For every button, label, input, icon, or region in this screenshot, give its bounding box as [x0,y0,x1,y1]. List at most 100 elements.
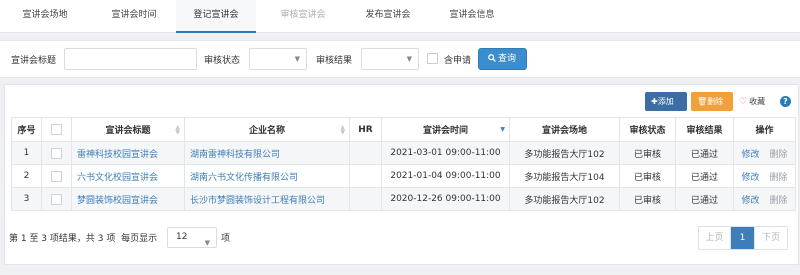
sort-icon: ▲ ▼ [340,124,345,136]
row-hr [349,164,382,188]
row-checkbox[interactable] [51,147,62,159]
select-all-checkbox[interactable] [51,124,62,135]
col-header-venue: 宣讲会场地 [509,117,620,142]
tab-review[interactable]: 审核宣讲会 [260,0,346,33]
chevron-down-icon: ▼ [406,55,412,63]
next-page-button[interactable]: 下页 [755,227,787,249]
tab-register[interactable]: 登记宣讲会 [176,0,256,33]
row-delete-link[interactable]: 删除 [770,196,788,206]
col-header-company[interactable]: 企业名称 ▲ ▼ [184,117,350,142]
favorite-button[interactable]: ♡ 收藏 [739,96,765,107]
status-filter-select[interactable]: ▼ [249,48,307,70]
add-button-label: 添加 [657,97,674,106]
row-hr [349,141,382,165]
row-time: 2020-12-26 09:00-11:00 [381,187,510,211]
col-header-result: 审核结果 [675,117,734,142]
table-row: 3 梦圆装饰校园宣讲会 长沙市梦圆装饰设计工程有限公司 2020-12-26 0… [11,187,796,211]
row-venue: 多功能报告大厅102 [509,187,620,211]
row-title-link[interactable]: 梦圆装饰校园宣讲会 [71,187,185,211]
col-header-status: 审核状态 [619,117,676,142]
row-actions: 修改 删除 [733,164,796,188]
col-header-title-label: 宣讲会标题 [105,126,151,136]
tab-info[interactable]: 宣讲会信息 [432,0,512,33]
row-company-link[interactable]: 长沙市梦圆装饰设计工程有限公司 [184,187,350,211]
chevron-down-icon: ▼ [294,55,300,63]
help-icon[interactable]: ? [780,96,791,107]
row-actions: 修改 删除 [733,187,796,211]
col-header-hr: HR [349,117,382,142]
col-header-title[interactable]: 宣讲会标题 ▲ ▼ [71,117,185,142]
tab-venue[interactable]: 宣讲会场地 [0,0,90,33]
sort-icon: ▲ ▼ [175,124,180,136]
row-result: 已通过 [675,187,734,211]
col-header-actions: 操作 [733,117,796,142]
title-filter-input[interactable] [64,48,197,70]
result-filter-label: 审核结果 [316,56,353,66]
table-row: 2 六书文化校园宣讲会 湖南六书文化传播有限公司 2021-01-04 09:0… [11,164,796,188]
results-panel: ✚添加 🗑删除 ♡ 收藏 ? 序号 宣讲会标题 ▲ ▼ 企业名称 ▲ ▼ HR 宣讲会时间… [4,84,799,265]
status-filter-label: 审核状态 [204,56,241,66]
result-filter-select[interactable]: ▼ [361,48,419,70]
row-edit-link[interactable]: 修改 [741,150,759,160]
table-row: 1 雷神科技校园宣讲会 湖南雷神科技有限公司 2021-03-01 09:00-… [11,141,796,165]
search-button-label: 查询 [498,54,517,64]
row-company-link[interactable]: 湖南六书文化传播有限公司 [184,164,350,188]
col-header-time-label: 宣讲会时间 [422,126,468,136]
page-size-value: 12 [176,232,188,242]
row-venue: 多功能报告大厅102 [509,141,620,165]
results-table: 序号 宣讲会标题 ▲ ▼ 企业名称 ▲ ▼ HR 宣讲会时间 ▼ 宣讲会场地 审核状态 审… [11,117,796,211]
row-no: 2 [11,164,42,188]
include-apply-checkbox[interactable] [427,53,438,64]
row-no: 3 [11,187,42,211]
col-header-no: 序号 [11,117,42,142]
favorite-label: 收藏 [749,97,766,106]
page-size-unit: 项 [221,234,231,244]
tab-time[interactable]: 宣讲会时间 [90,0,178,33]
row-time: 2021-03-01 09:00-11:00 [381,141,510,165]
heart-icon: ♡ [739,97,748,107]
pagination: 上页 1 下页 [698,226,788,250]
col-header-company-label: 企业名称 [248,126,285,136]
row-time: 2021-01-04 09:00-11:00 [381,164,510,188]
per-page-label: 每页显示 [121,234,158,244]
delete-button[interactable]: 🗑删除 [691,92,733,111]
row-title-link[interactable]: 雷神科技校园宣讲会 [71,141,185,165]
col-header-time[interactable]: 宣讲会时间 ▼ [381,117,510,142]
plus-icon: ✚ [651,97,658,106]
row-result: 已通过 [675,164,734,188]
title-filter-label: 宣讲会标题 [11,56,57,66]
row-status: 已审核 [619,187,676,211]
prev-page-button[interactable]: 上页 [699,227,731,249]
row-title-link[interactable]: 六书文化校园宣讲会 [71,164,185,188]
row-edit-link[interactable]: 修改 [741,173,759,183]
row-venue: 多功能报告大厅104 [509,164,620,188]
tab-publish[interactable]: 发布宣讲会 [346,0,430,33]
row-edit-link[interactable]: 修改 [741,196,759,206]
row-company-link[interactable]: 湖南雷神科技有限公司 [184,141,350,165]
tab-bar: 宣讲会场地 宣讲会时间 登记宣讲会 审核宣讲会 发布宣讲会 宣讲会信息 [0,0,800,33]
trash-icon: 🗑 [697,97,708,106]
sort-desc-icon: ▼ [500,126,505,133]
results-summary: 第 1 至 3 项结果，共 3 项 每页显示 [9,231,157,244]
row-select [41,141,72,165]
page-button-current[interactable]: 1 [731,227,755,249]
row-status: 已审核 [619,141,676,165]
row-delete-link[interactable]: 删除 [770,150,788,160]
row-result: 已通过 [675,141,734,165]
row-checkbox[interactable] [51,170,62,182]
page-size-select[interactable]: 12 ▼ [167,227,217,248]
search-button[interactable]: 查询 [478,48,527,70]
row-status: 已审核 [619,164,676,188]
chevron-down-icon: ▼ [204,239,210,247]
row-hr [349,187,382,211]
row-delete-link[interactable]: 删除 [770,173,788,183]
row-checkbox[interactable] [51,193,62,205]
add-button[interactable]: ✚添加 [645,92,687,111]
table-header-row: 序号 宣讲会标题 ▲ ▼ 企业名称 ▲ ▼ HR 宣讲会时间 ▼ 宣讲会场地 审核状态 审… [11,117,796,142]
row-select [41,187,72,211]
row-no: 1 [11,141,42,165]
col-header-select [41,117,72,142]
include-apply-label: 含申请 [444,56,472,66]
row-select [41,164,72,188]
search-icon [488,54,496,62]
